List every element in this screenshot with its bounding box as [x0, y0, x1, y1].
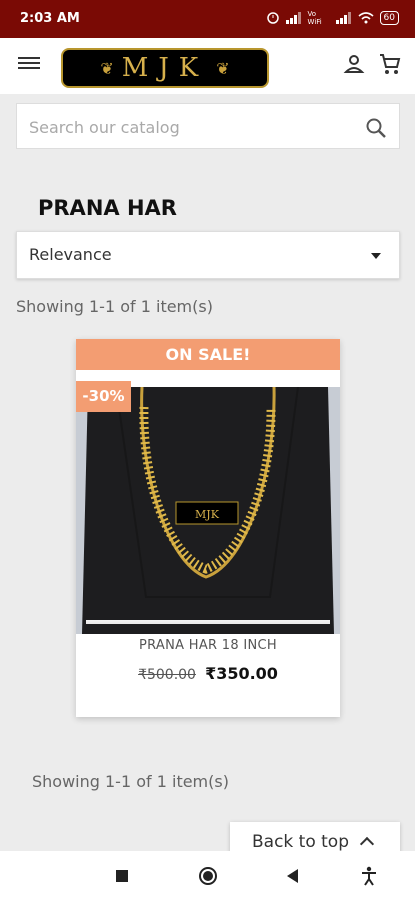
sort-dropdown[interactable]: Relevance [16, 231, 400, 279]
signal-icon-2 [335, 12, 351, 24]
back-icon[interactable] [285, 868, 299, 884]
status-bar: 2:03 AM Vo WiFi 60 [0, 0, 415, 38]
android-nav-bar [0, 851, 415, 900]
search-icon[interactable] [365, 117, 387, 139]
ornament-left-icon: ❦ [100, 58, 114, 78]
logo-text: MJK [121, 53, 209, 83]
on-sale-badge: ON SALE! [76, 339, 340, 370]
search-input[interactable] [27, 114, 361, 140]
user-account-icon[interactable] [342, 52, 366, 76]
battery-icon: 60 [379, 11, 399, 25]
regular-price: ₹500.00 [138, 667, 196, 683]
ornament-right-icon: ❦ [216, 58, 230, 78]
sort-selected-value: Relevance [29, 245, 112, 264]
accessibility-icon[interactable] [360, 866, 378, 886]
result-count-bottom: Showing 1-1 of 1 item(s) [32, 772, 229, 791]
hamburger-menu-icon[interactable] [18, 54, 40, 72]
product-name[interactable]: PRANA HAR 18 INCH [76, 638, 340, 653]
divider [86, 620, 330, 624]
wifi-icon [358, 12, 374, 24]
sale-price: ₹350.00 [205, 664, 278, 683]
product-image[interactable]: MJK [76, 387, 340, 634]
chevron-up-icon [359, 836, 375, 852]
alarm-icon [266, 12, 279, 24]
vowifi-label: Vo WiFi [307, 10, 322, 26]
necklace-photo: MJK [76, 387, 340, 634]
discount-badge: -30% [76, 381, 131, 412]
caret-down-icon [371, 253, 381, 259]
status-time: 2:03 AM [20, 11, 80, 26]
price-row: ₹500.00 ₹350.00 [76, 664, 340, 683]
recents-icon[interactable] [115, 869, 129, 883]
home-icon[interactable] [198, 866, 218, 886]
status-icons: Vo WiFi 60 [266, 10, 399, 26]
svg-text:MJK: MJK [195, 508, 220, 521]
shopping-cart-icon[interactable] [378, 52, 402, 76]
page-title: PRANA HAR [38, 196, 177, 220]
result-count-top: Showing 1-1 of 1 item(s) [16, 297, 213, 316]
site-header: ❦ MJK ❦ [0, 38, 415, 94]
product-card[interactable]: ON SALE! -30% MJK PRANA HAR 18 INCH ₹500… [76, 339, 340, 717]
signal-icon [285, 12, 301, 24]
back-to-top-label: Back to top [252, 832, 350, 852]
mjk-logo[interactable]: ❦ MJK ❦ [61, 48, 269, 88]
search-box [16, 103, 400, 149]
